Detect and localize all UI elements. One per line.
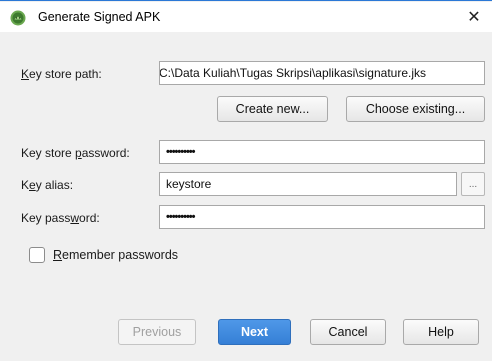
- close-icon: ✕: [467, 9, 481, 26]
- key-store-path-input[interactable]: C:\Data Kuliah\Tugas Skripsi\aplikasi\si…: [159, 61, 485, 85]
- key-alias-input[interactable]: keystore: [159, 172, 457, 196]
- title-bar: Generate Signed APK ✕: [0, 2, 492, 32]
- key-alias-label: Key alias:: [21, 178, 74, 192]
- key-password-label: Key password:: [21, 211, 100, 225]
- key-password-input[interactable]: ••••••••••: [159, 205, 485, 229]
- cancel-button[interactable]: Cancel: [310, 319, 386, 345]
- remember-passwords-checkbox[interactable]: [29, 247, 45, 263]
- help-button[interactable]: Help: [403, 319, 479, 345]
- window-title: Generate Signed APK: [38, 10, 161, 24]
- android-studio-icon: [10, 10, 26, 26]
- generate-signed-apk-dialog: Generate Signed APK ✕ Key store path: C:…: [0, 0, 492, 361]
- create-new-button[interactable]: Create new...: [217, 96, 328, 122]
- key-store-password-label: Key store password:: [21, 146, 130, 160]
- next-button[interactable]: Next: [218, 319, 291, 345]
- remember-passwords-label[interactable]: Remember passwords: [53, 248, 178, 262]
- ellipsis-icon: ...: [468, 178, 478, 190]
- key-store-password-input[interactable]: ••••••••••: [159, 140, 485, 164]
- key-store-path-label: Key store path:: [21, 67, 102, 81]
- browse-alias-button[interactable]: ...: [461, 172, 485, 196]
- close-button[interactable]: ✕: [456, 2, 492, 32]
- choose-existing-button[interactable]: Choose existing...: [346, 96, 485, 122]
- previous-button[interactable]: Previous: [118, 319, 196, 345]
